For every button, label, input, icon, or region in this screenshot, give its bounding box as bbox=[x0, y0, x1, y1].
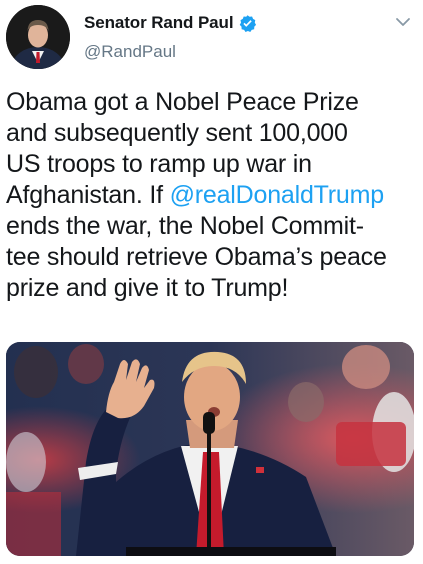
avatar-photo-icon bbox=[6, 5, 70, 69]
tweet-text-line: US troops to ramp up war in bbox=[6, 150, 312, 178]
photo-trump-rally-icon bbox=[6, 342, 414, 556]
tweet-text-line: ends the war, the Nobel Commit- bbox=[6, 212, 364, 240]
mention-link[interactable]: @realDonaldTrump bbox=[170, 181, 385, 209]
tweet-media-photo[interactable] bbox=[6, 342, 414, 556]
author-display-name[interactable]: Senator Rand Paul bbox=[84, 13, 234, 33]
tweet-text-line: Obama got a Nobel Peace Prize bbox=[6, 88, 359, 116]
tweet-menu-button[interactable] bbox=[393, 14, 413, 30]
author-name-row: Senator Rand Paul bbox=[84, 11, 257, 35]
tweet-text-line: prize and give it to Trump! bbox=[6, 274, 289, 302]
tweet-text-segment: Afghanistan. If bbox=[6, 181, 170, 209]
tweet-text-line-with-mention: Afghanistan. If @realDonaldTrump bbox=[6, 180, 418, 211]
chevron-down-icon bbox=[396, 18, 410, 26]
verified-badge-icon bbox=[238, 14, 257, 33]
tweet-card: Senator Rand Paul @RandPaul Obama got a … bbox=[0, 0, 423, 564]
tweet-text-line: tee should retrieve Obama’s peace bbox=[6, 243, 387, 271]
tweet-text-line: and subsequently sent 100,000 bbox=[6, 119, 348, 147]
author-handle[interactable]: @RandPaul bbox=[84, 42, 176, 62]
tweet-body: Obama got a Nobel Peace Prize and subseq… bbox=[6, 87, 418, 304]
author-avatar[interactable] bbox=[6, 5, 70, 69]
